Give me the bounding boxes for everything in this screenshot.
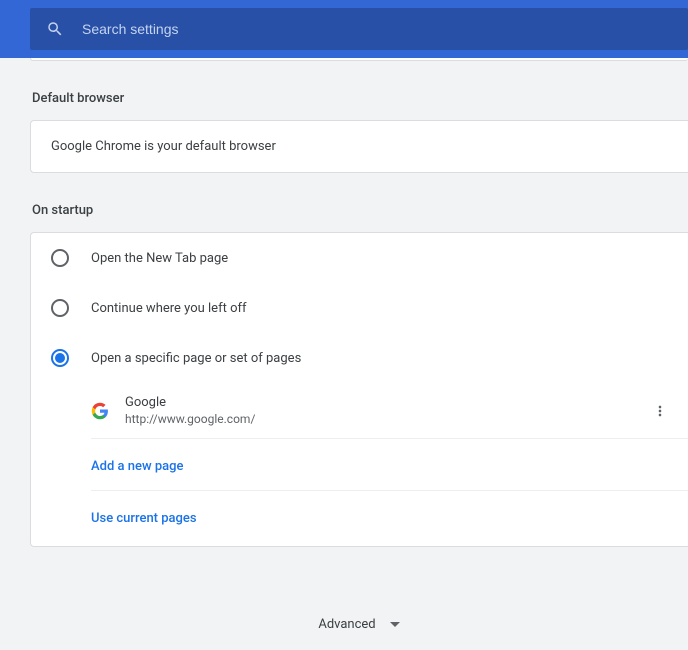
add-page-row[interactable]: Add a new page — [91, 439, 688, 491]
google-favicon — [91, 402, 109, 420]
radio-label: Continue where you left off — [91, 301, 247, 316]
radio-icon-selected — [51, 349, 69, 367]
search-icon — [46, 20, 64, 38]
add-page-link[interactable]: Add a new page — [91, 459, 183, 474]
header-bar — [0, 0, 688, 58]
page-url: http://www.google.com/ — [125, 412, 636, 426]
radio-continue[interactable]: Continue where you left off — [31, 283, 688, 333]
page-title: Google — [125, 395, 636, 410]
radio-label: Open a specific page or set of pages — [91, 351, 301, 366]
more-vert-icon[interactable] — [652, 403, 668, 419]
radio-icon — [51, 249, 69, 267]
section-title-on-startup: On startup — [30, 203, 688, 218]
default-browser-card: Google Chrome is your default browser — [30, 120, 688, 173]
advanced-toggle[interactable]: Advanced — [30, 577, 688, 650]
advanced-label: Advanced — [318, 617, 375, 632]
content: Default browser Google Chrome is your de… — [0, 58, 688, 650]
radio-label: Open the New Tab page — [91, 251, 228, 266]
startup-page-entry: Google http://www.google.com/ — [91, 383, 688, 439]
use-current-link[interactable]: Use current pages — [91, 511, 197, 526]
radio-icon — [51, 299, 69, 317]
radio-specific-page[interactable]: Open a specific page or set of pages — [31, 333, 688, 383]
on-startup-card: Open the New Tab page Continue where you… — [30, 232, 688, 547]
use-current-row[interactable]: Use current pages — [91, 491, 688, 546]
card-edge — [30, 58, 688, 61]
default-browser-status: Google Chrome is your default browser — [31, 121, 688, 172]
page-info: Google http://www.google.com/ — [125, 395, 636, 426]
search-input[interactable] — [82, 21, 672, 37]
radio-new-tab[interactable]: Open the New Tab page — [31, 233, 688, 283]
section-title-default-browser: Default browser — [30, 91, 688, 106]
search-bar[interactable] — [30, 8, 688, 50]
